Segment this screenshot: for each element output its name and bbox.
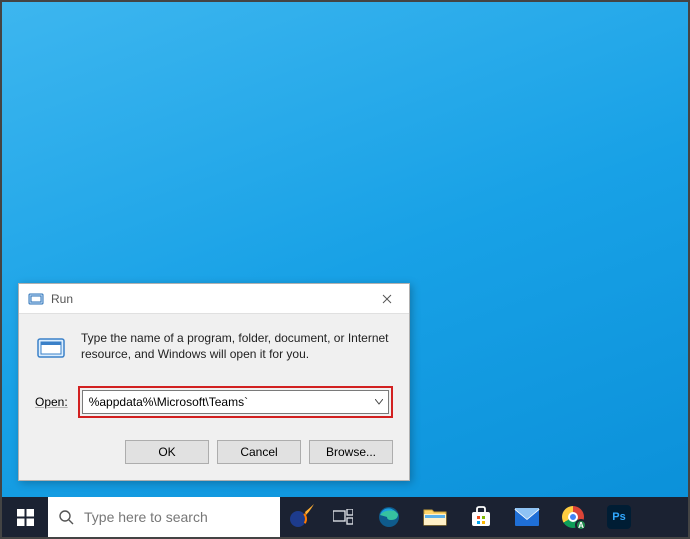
desktop-background: Run Type the name of a program, folder, … <box>0 0 690 539</box>
windows-start-icon <box>17 509 34 526</box>
chevron-down-icon[interactable] <box>370 397 388 408</box>
run-dialog: Run Type the name of a program, folder, … <box>18 283 410 481</box>
run-icon-large <box>35 332 69 366</box>
cortana-comet-icon <box>285 502 315 532</box>
taskview-icon <box>333 509 353 525</box>
edge-button[interactable] <box>366 497 412 537</box>
microsoft-store-button[interactable] <box>458 497 504 537</box>
cortana-button[interactable] <box>280 497 320 537</box>
microsoft-store-icon <box>469 505 493 529</box>
open-combobox[interactable] <box>82 390 389 414</box>
start-button[interactable] <box>2 497 48 537</box>
run-instruction-text: Type the name of a program, folder, docu… <box>81 330 393 362</box>
taskview-button[interactable] <box>320 497 366 537</box>
run-titlebar[interactable]: Run <box>19 284 409 314</box>
search-placeholder: Type here to search <box>84 509 208 525</box>
search-icon <box>58 509 74 525</box>
edge-icon <box>377 505 401 529</box>
chrome-button[interactable]: A <box>550 497 596 537</box>
photoshop-icon: Ps <box>607 505 631 529</box>
highlight-box <box>78 386 393 418</box>
close-button[interactable] <box>365 284 409 314</box>
file-explorer-button[interactable] <box>412 497 458 537</box>
close-icon <box>382 294 392 304</box>
photoshop-button[interactable]: Ps <box>596 497 642 537</box>
browse-button[interactable]: Browse... <box>309 440 393 464</box>
ok-button[interactable]: OK <box>125 440 209 464</box>
cancel-button[interactable]: Cancel <box>217 440 301 464</box>
open-input[interactable] <box>83 395 370 409</box>
taskbar: Type here to search <box>2 497 688 537</box>
chrome-icon: A <box>562 506 584 528</box>
mail-icon <box>514 507 540 527</box>
file-explorer-icon <box>423 507 447 527</box>
run-icon <box>27 290 45 308</box>
mail-button[interactable] <box>504 497 550 537</box>
open-label: Open: <box>35 395 68 409</box>
taskbar-search[interactable]: Type here to search <box>48 497 280 537</box>
run-title: Run <box>51 292 365 306</box>
